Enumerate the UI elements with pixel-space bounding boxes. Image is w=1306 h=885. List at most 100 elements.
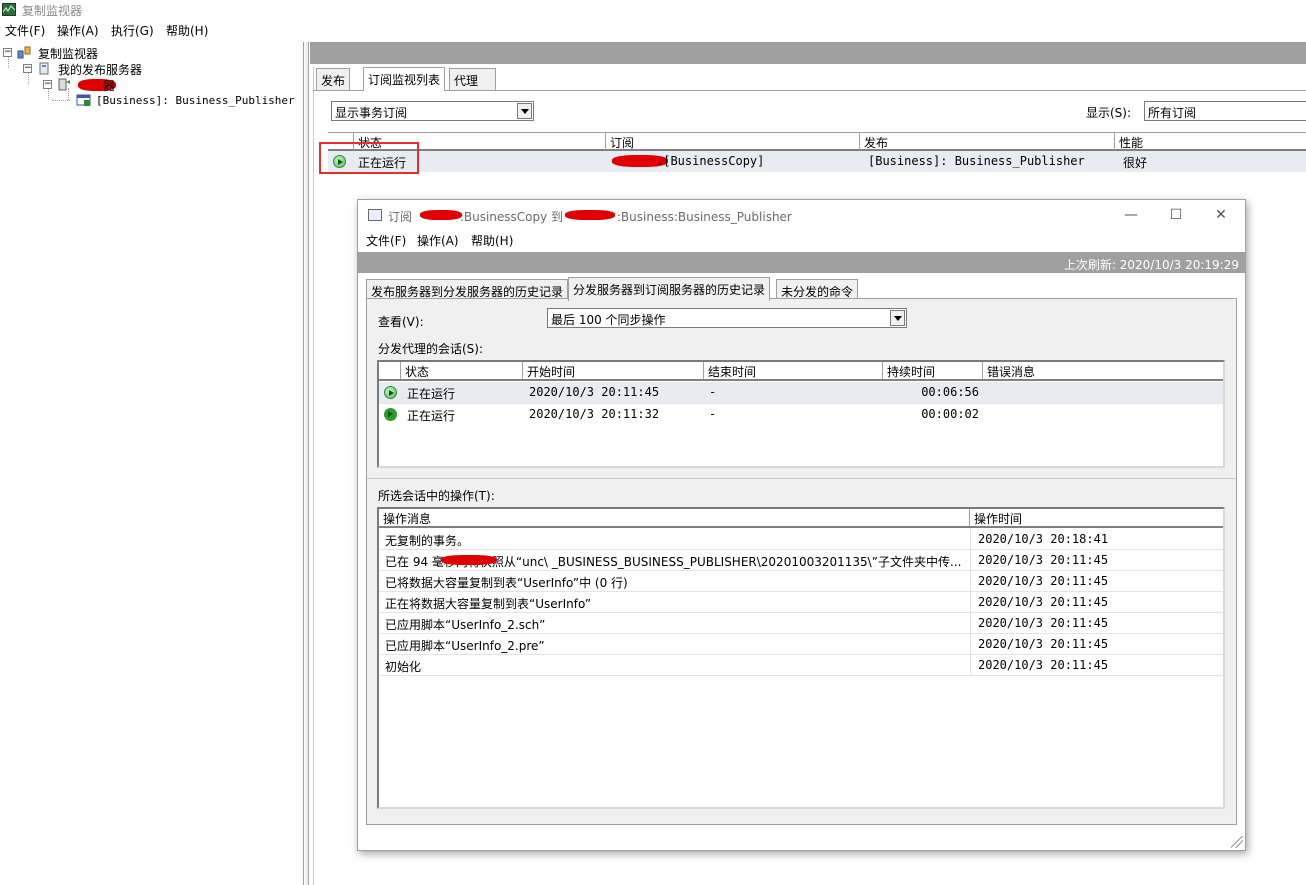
subscription-row[interactable]: 正在运行 .[BusinessCopy] [Business]: Busines…	[328, 151, 1306, 172]
action-row[interactable]: 已在 94 毫秒内将快照从“unc\ _BUSINESS_BUSINESS_PU…	[379, 550, 1223, 571]
tab-subscription-watch-list[interactable]: 订阅监视列表	[363, 67, 446, 91]
tree-label-root: 复制监视器	[38, 47, 99, 61]
cell-duration: 00:00:02	[921, 407, 979, 421]
maximize-icon[interactable]: ☐	[1166, 206, 1186, 224]
pane-splitter[interactable]	[305, 42, 309, 885]
last-refresh-text: 上次刷新: 2020/10/3 20:19:29	[1063, 258, 1239, 272]
action-row[interactable]: 无复制的事务。 2020/10/3 20:18:41	[379, 529, 1223, 550]
col-error-message[interactable]: 错误消息	[983, 362, 1223, 379]
view-select[interactable]: 最后 100 个同步操作	[547, 308, 907, 328]
cell-subscription: .[BusinessCopy]	[656, 154, 765, 168]
column-separator	[970, 529, 971, 550]
view-label: 查看(V):	[378, 315, 424, 329]
col-action-time[interactable]: 操作时间	[970, 509, 1223, 526]
cell-status: 正在运行	[407, 409, 456, 423]
tab-strip-line	[313, 90, 1306, 91]
subscription-grid-header: 状态 订阅 发布 性能	[328, 132, 1306, 151]
col-action-message[interactable]: 操作消息	[379, 509, 970, 526]
show-filter-select[interactable]: 所有订阅	[1144, 101, 1306, 121]
close-icon[interactable]: ✕	[1211, 206, 1231, 224]
publishers-folder-icon	[37, 62, 51, 75]
menu-help[interactable]: 帮助(H)	[471, 232, 513, 249]
menu-execute[interactable]: 执行(G)	[111, 22, 154, 39]
subscription-type-value: 显示事务订阅	[335, 106, 408, 120]
cell-start-time: 2020/10/3 20:11:32	[529, 407, 660, 421]
session-row[interactable]: 正在运行 2020/10/3 20:11:32 - 00:00:02	[379, 403, 1223, 424]
chevron-down-icon[interactable]	[890, 310, 905, 326]
dialog-menu-bar: 文件(F) 操作(A) 帮助(H)	[358, 232, 1245, 250]
action-row[interactable]: 已应用脚本“UserInfo_2.sch” 2020/10/3 20:11:45	[379, 613, 1223, 634]
redacted-publisher	[565, 210, 615, 220]
action-row[interactable]: 已将数据大容量复制到表“UserInfo”中 (0 行) 2020/10/3 20…	[379, 571, 1223, 592]
chevron-down-icon[interactable]	[517, 103, 532, 119]
right-pane-header	[310, 42, 1306, 64]
column-separator	[970, 592, 971, 613]
cell-action-message: 初始化	[385, 660, 422, 674]
tree-label-publishers: 我的发布服务器	[58, 63, 143, 77]
column-separator	[970, 634, 971, 655]
menu-action[interactable]: 操作(A)	[417, 232, 459, 249]
session-row[interactable]: 正在运行 2020/10/3 20:11:45 - 00:06:56	[379, 382, 1223, 403]
cell-end-time: -	[709, 385, 717, 399]
subscription-history-dialog: 订阅 :BusinessCopy 到 :Business:Business_Pu…	[357, 199, 1246, 851]
cell-action-message: 已应用脚本“UserInfo_2.pre”	[385, 639, 545, 653]
sessions-grid: 状态 开始时间 结束时间 持续时间 错误消息 正在运行 2020/10/3 20…	[377, 360, 1225, 468]
cell-action-message: 正在将数据大容量复制到表“UserInfo”	[385, 597, 592, 611]
show-filter-value: 所有订阅	[1148, 106, 1197, 120]
tab-agents[interactable]: 代理	[449, 68, 496, 90]
menu-file[interactable]: 文件(F)	[5, 22, 45, 39]
cell-action-message: 无复制的事务。	[385, 534, 470, 548]
tree-label-server: 器	[103, 79, 116, 93]
redacted-subscriber	[420, 210, 462, 220]
collapse-icon[interactable]: −	[43, 80, 52, 89]
redacted-path	[441, 555, 497, 565]
col-subscription[interactable]: 订阅	[606, 133, 860, 150]
col-performance[interactable]: 性能	[1115, 133, 1306, 150]
minimize-icon[interactable]: —	[1121, 206, 1141, 224]
menu-file[interactable]: 文件(F)	[366, 232, 406, 249]
tab-publications[interactable]: 发布	[316, 68, 351, 90]
running-status-icon	[384, 386, 397, 399]
cell-action-time: 2020/10/3 20:11:45	[978, 553, 1109, 567]
cell-error-message	[985, 404, 1223, 425]
action-row[interactable]: 已应用脚本“UserInfo_2.pre” 2020/10/3 20:11:45	[379, 634, 1223, 655]
title-bar: 复制监视器	[0, 0, 1306, 20]
action-row[interactable]: 初始化 2020/10/3 20:11:45	[379, 655, 1223, 676]
replication-monitor-icon	[17, 46, 31, 59]
col-duration[interactable]: 持续时间	[883, 362, 983, 379]
col-publication[interactable]: 发布	[860, 133, 1115, 150]
col-end-time[interactable]: 结束时间	[704, 362, 883, 379]
collapse-icon[interactable]: −	[23, 64, 32, 73]
cell-duration: 00:06:56	[921, 385, 979, 399]
action-row[interactable]: 正在将数据大容量复制到表“UserInfo” 2020/10/3 20:11:45	[379, 592, 1223, 613]
collapse-icon[interactable]: −	[3, 48, 12, 57]
refresh-bar: 上次刷新: 2020/10/3 20:19:29	[358, 252, 1245, 273]
actions-label: 所选会话中的操作(T):	[378, 489, 495, 503]
view-select-value: 最后 100 个同步操作	[551, 313, 666, 327]
running-status-icon	[384, 408, 397, 421]
tree-pane: − 复制监视器 − 我的发布服务器 − 器 [Business]: Busine…	[0, 42, 304, 885]
cell-action-time: 2020/10/3 20:11:45	[978, 574, 1109, 588]
tab-distributor-to-subscriber-history[interactable]: 分发服务器到订阅服务器的历史记录	[568, 277, 771, 301]
cell-action-time: 2020/10/3 20:18:41	[978, 532, 1109, 546]
column-separator	[970, 550, 971, 571]
col-status[interactable]: 状态	[401, 362, 523, 379]
actions-grid-header: 操作消息 操作时间	[379, 509, 1223, 528]
cell-start-time: 2020/10/3 20:11:45	[529, 385, 660, 399]
cell-action-time: 2020/10/3 20:11:45	[978, 637, 1109, 651]
cell-action-time: 2020/10/3 20:11:45	[978, 658, 1109, 672]
menu-bar: 文件(F) 操作(A) 执行(G) 帮助(H)	[0, 22, 1306, 40]
col-start-time[interactable]: 开始时间	[523, 362, 704, 379]
menu-help[interactable]: 帮助(H)	[166, 22, 208, 39]
resize-grip-icon[interactable]	[1231, 836, 1243, 848]
window-icon	[368, 209, 382, 221]
column-separator	[970, 571, 971, 592]
menu-action[interactable]: 操作(A)	[57, 22, 99, 39]
subscription-type-select[interactable]: 显示事务订阅	[331, 101, 534, 121]
sessions-grid-header: 状态 开始时间 结束时间 持续时间 错误消息	[379, 362, 1223, 381]
column-separator	[970, 613, 971, 634]
show-label: 显示(S):	[1086, 106, 1132, 120]
tree-label-publication: [Business]: Business_Publisher	[96, 94, 295, 107]
cell-action-time: 2020/10/3 20:11:45	[978, 616, 1109, 630]
monitor-app-icon	[2, 3, 16, 16]
